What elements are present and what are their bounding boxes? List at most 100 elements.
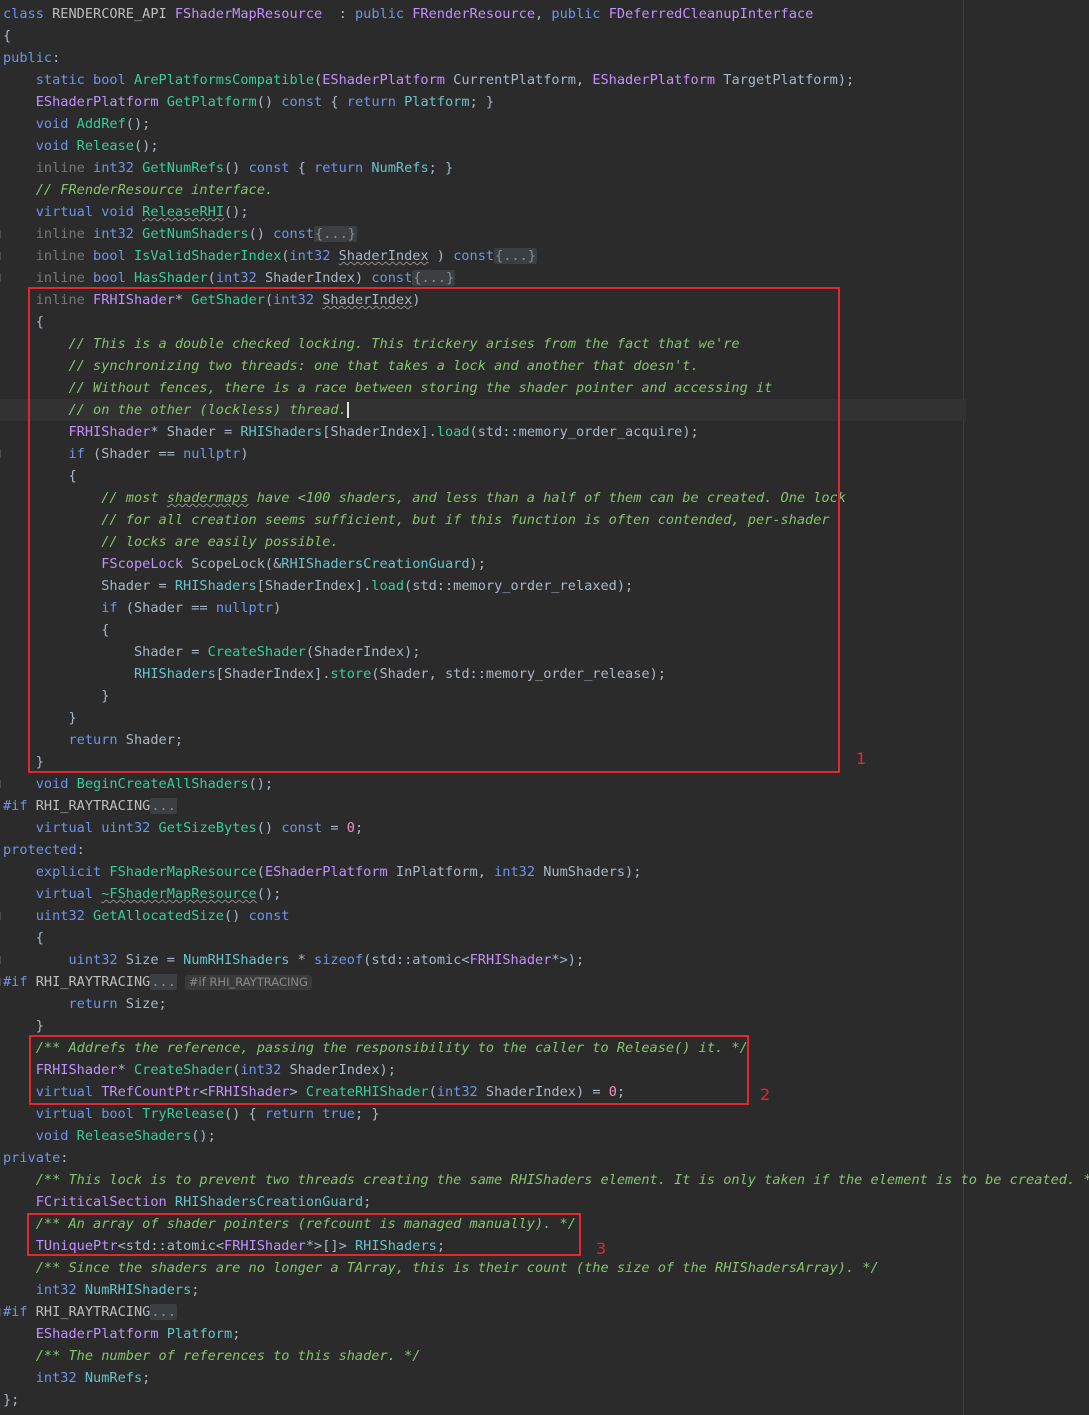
code-line[interactable]: virtual void ReleaseRHI(); xyxy=(3,201,249,223)
code-line[interactable]: explicit FShaderMapResource(EShaderPlatf… xyxy=(3,861,642,883)
code-token: inline xyxy=(35,248,94,264)
fold-gutter-icon[interactable] xyxy=(0,252,4,260)
code-editor[interactable]: class RENDERCORE_API FShaderMapResource … xyxy=(0,0,1089,1415)
code-token: (); xyxy=(224,204,249,220)
code-token: EShaderPlatform xyxy=(35,94,167,110)
code-token: ~FShaderMapResource xyxy=(101,886,257,902)
code-token: void xyxy=(35,138,77,154)
inlay-hint: #if RHI_RAYTRACING xyxy=(184,974,312,990)
code-token: ( xyxy=(207,270,216,286)
folded-region[interactable]: ... xyxy=(150,798,177,814)
code-token: /** Since the shaders are no longer a TA… xyxy=(35,1260,879,1276)
folded-region[interactable]: {...} xyxy=(494,248,538,264)
code-token: sizeof xyxy=(314,952,364,968)
code-token: // FRenderResource interface. xyxy=(35,182,274,198)
code-token: BeginCreateAllShaders xyxy=(76,776,249,792)
code-token: RHI_RAYTRACING xyxy=(35,798,151,814)
code-line[interactable]: /** Since the shaders are no longer a TA… xyxy=(3,1257,879,1279)
folded-region[interactable]: {...} xyxy=(412,270,456,286)
code-token: = xyxy=(330,820,347,836)
code-line[interactable]: class RENDERCORE_API FShaderMapResource … xyxy=(3,3,813,25)
code-token: } xyxy=(3,1018,44,1034)
code-token: ; xyxy=(232,1326,241,1342)
code-token: { xyxy=(330,94,347,110)
code-token: CurrentPlatform, xyxy=(453,72,593,88)
code-line[interactable]: virtual ~FShaderMapResource(); xyxy=(3,883,282,905)
code-token: NumRefs xyxy=(84,1370,143,1386)
code-line[interactable]: int32 NumRefs; xyxy=(3,1367,151,1389)
code-token: Platform xyxy=(166,1326,233,1342)
code-line[interactable]: void Release(); xyxy=(3,135,159,157)
code-token: #if xyxy=(3,798,36,814)
code-line[interactable]: uint32 Size = NumRHIShaders * sizeof(std… xyxy=(3,949,584,971)
code-line[interactable]: #if RHI_RAYTRACING... xyxy=(3,1301,177,1323)
annotation-box-1 xyxy=(28,287,840,773)
code-token: NumRHIShaders xyxy=(183,952,290,968)
code-token: const xyxy=(453,248,495,264)
code-line[interactable]: }; xyxy=(3,1389,19,1411)
code-line[interactable]: void BeginCreateAllShaders(); xyxy=(3,773,273,795)
code-line[interactable]: inline bool HasShader(int32 ShaderIndex)… xyxy=(3,267,456,289)
fold-gutter-icon[interactable] xyxy=(0,1308,4,1316)
code-token: (); xyxy=(133,138,159,154)
code-token: * xyxy=(289,952,315,968)
code-token: virtual bool xyxy=(35,1106,143,1122)
code-token: { xyxy=(297,160,315,176)
code-token: IsValidShaderIndex xyxy=(133,248,282,264)
code-line[interactable]: inline int32 GetNumRefs() const { return… xyxy=(3,157,453,179)
code-line[interactable]: return Size; xyxy=(3,993,166,1015)
code-token: (); xyxy=(256,886,282,902)
code-token: { xyxy=(3,28,12,44)
code-line[interactable]: #if RHI_RAYTRACING... xyxy=(3,795,177,817)
fold-gutter-icon[interactable] xyxy=(0,230,4,238)
code-line[interactable]: static bool ArePlatformsCompatible(EShad… xyxy=(3,69,854,91)
code-line[interactable]: int32 NumRHIShaders; xyxy=(3,1279,200,1301)
code-line[interactable]: /** This lock is to prevent two threads … xyxy=(3,1169,1089,1191)
code-token: return true xyxy=(264,1106,355,1122)
fold-gutter-icon[interactable] xyxy=(0,780,4,788)
fold-gutter-icon[interactable] xyxy=(0,978,4,986)
folded-region[interactable]: {...} xyxy=(314,226,357,242)
code-token: static bool xyxy=(35,72,134,88)
code-token: ; } xyxy=(354,1106,380,1122)
code-line[interactable]: } xyxy=(3,1015,44,1037)
code-token: public xyxy=(3,50,53,66)
code-line[interactable]: EShaderPlatform Platform; xyxy=(3,1323,241,1345)
code-token: int32 xyxy=(35,1282,85,1298)
code-line[interactable]: virtual bool TryRelease() { return true;… xyxy=(3,1103,380,1125)
folded-region[interactable]: ... xyxy=(150,1304,177,1320)
code-token: Size = xyxy=(125,952,184,968)
code-line[interactable]: #if RHI_RAYTRACING... #if RHI_RAYTRACING xyxy=(3,971,312,993)
code-line[interactable]: inline int32 GetNumShaders() const{...} xyxy=(3,223,357,245)
code-line[interactable]: FCriticalSection RHIShadersCreationGuard… xyxy=(3,1191,372,1213)
code-line[interactable]: /** The number of references to this sha… xyxy=(3,1345,421,1367)
fold-gutter-icon[interactable] xyxy=(0,450,4,458)
code-token: ShaderIndex xyxy=(338,248,429,264)
code-token: /** This lock is to prevent two threads … xyxy=(35,1172,1089,1188)
code-line[interactable]: { xyxy=(3,25,11,47)
code-line[interactable]: protected: xyxy=(3,839,85,861)
code-token: uint32 xyxy=(35,908,94,924)
fold-gutter-icon[interactable] xyxy=(0,956,4,964)
code-line[interactable]: inline bool IsValidShaderIndex(int32 Sha… xyxy=(3,245,538,267)
fold-gutter-icon[interactable] xyxy=(0,274,4,282)
code-token: std xyxy=(371,952,396,968)
code-token: FShaderMapResource xyxy=(174,6,323,22)
code-line[interactable]: uint32 GetAllocatedSize() const xyxy=(3,905,290,927)
code-line[interactable]: public: xyxy=(3,47,60,69)
code-line[interactable]: // FRenderResource interface. xyxy=(3,179,273,201)
code-line[interactable]: EShaderPlatform GetPlatform() const { re… xyxy=(3,91,494,113)
code-line[interactable]: void ReleaseShaders(); xyxy=(3,1125,216,1147)
folded-region[interactable]: ... xyxy=(150,974,177,990)
code-line[interactable]: void AddRef(); xyxy=(3,113,151,135)
fold-gutter-icon[interactable] xyxy=(0,912,4,920)
code-token: Release xyxy=(76,138,134,154)
code-line[interactable]: { xyxy=(3,927,44,949)
code-line[interactable]: virtual uint32 GetSizeBytes() const = 0; xyxy=(3,817,363,839)
code-line[interactable]: private: xyxy=(3,1147,68,1169)
